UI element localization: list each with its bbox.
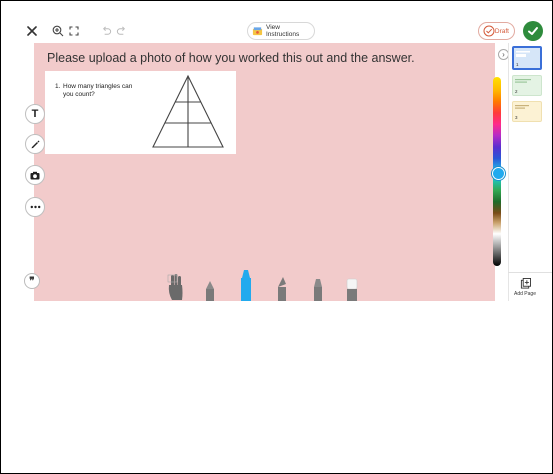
question-card: 1. How many triangles can you count?	[45, 71, 236, 154]
question-number: 1.	[55, 83, 61, 90]
undo-icon[interactable]	[99, 21, 113, 41]
more-icon	[30, 205, 40, 209]
page-thumbnail-2[interactable]: 2	[512, 75, 542, 96]
view-instructions-label: View Instructions	[266, 24, 300, 38]
prompt-text: Please upload a photo of how you worked …	[47, 51, 415, 65]
thumbnail-content	[515, 79, 531, 83]
pencil-tool-icon[interactable]	[203, 273, 217, 301]
color-selector-knob[interactable]	[492, 167, 505, 180]
comment-button[interactable]: ❞	[24, 273, 40, 289]
text-tool-label: T	[31, 108, 39, 120]
zoom-in-icon[interactable]	[51, 21, 65, 41]
more-tool-button[interactable]	[25, 197, 45, 217]
add-page-icon	[520, 278, 531, 289]
hand-tool-icon[interactable]	[167, 273, 185, 301]
text-tool-button[interactable]: T	[25, 104, 45, 124]
page-thumbnail-3[interactable]: 3	[512, 101, 542, 122]
highlighter-tool-icon[interactable]	[311, 275, 325, 301]
camera-tool-button[interactable]	[25, 165, 45, 185]
page-number: 2	[515, 89, 518, 94]
redo-icon[interactable]	[114, 21, 128, 41]
top-toolbar: View Instructions Draft	[1, 1, 552, 43]
close-icon[interactable]	[25, 21, 39, 41]
chevron-right-icon: ›	[502, 50, 505, 59]
eraser-tool-icon[interactable]	[345, 275, 359, 301]
view-instructions-button[interactable]: View Instructions	[247, 22, 315, 40]
thumbnail-content	[516, 51, 530, 57]
pen-icon	[31, 140, 40, 149]
page-number: 3	[515, 115, 518, 120]
divider	[508, 272, 552, 273]
page-number: 1	[516, 62, 519, 67]
page-thumbnails-panel: 1 2 3	[508, 43, 552, 301]
add-page-button[interactable]: Add Page	[510, 278, 540, 297]
instructions-icon	[252, 27, 263, 36]
drawing-canvas[interactable]: Please upload a photo of how you worked …	[34, 43, 495, 301]
question-text: How many triangles can you count?	[63, 83, 133, 98]
draft-check-icon	[483, 25, 495, 37]
fullscreen-icon[interactable]	[67, 21, 81, 41]
app-window: View Instructions Draft Please upload a …	[1, 1, 552, 473]
draft-button[interactable]: Draft	[478, 22, 515, 40]
done-button[interactable]	[523, 21, 543, 41]
add-page-label: Add Page	[514, 291, 536, 297]
marker-tool-icon[interactable]	[239, 269, 253, 301]
checkmark-icon	[528, 27, 538, 35]
comment-icon: ❞	[29, 275, 35, 287]
thumbnail-content	[515, 105, 529, 109]
page-thumbnail-1[interactable]: 1	[512, 46, 542, 70]
camera-icon	[30, 171, 40, 179]
pen-tool-button[interactable]	[25, 134, 45, 154]
draft-label: Draft	[494, 27, 509, 35]
pen-fine-tool-icon[interactable]	[275, 275, 289, 301]
drawing-tools-tray	[167, 269, 367, 301]
triangle-figure	[152, 74, 224, 148]
